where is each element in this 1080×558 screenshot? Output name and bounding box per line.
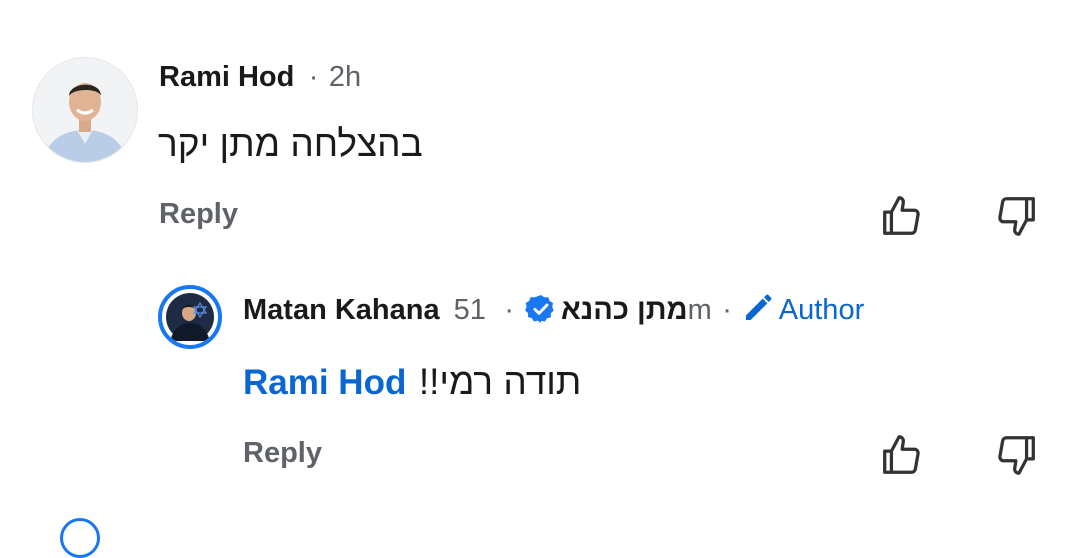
comment-timestamp: 2h — [328, 61, 362, 93]
thumbs-up-icon — [883, 435, 920, 474]
separator-dot: · — [308, 61, 319, 93]
comment-author-name[interactable]: Rami Hod — [159, 61, 294, 93]
comment-text: בהצלחה מתן יקר — [158, 123, 423, 164]
reply-message: תודה רמי!! — [418, 361, 582, 402]
reply-button[interactable]: Reply — [159, 196, 238, 232]
mention-link[interactable]: Rami Hod — [243, 363, 406, 402]
dislike-button[interactable] — [994, 193, 1040, 239]
reply-button[interactable]: Reply — [243, 435, 322, 471]
dislike-button[interactable] — [994, 432, 1040, 478]
reply-text: Rami Hod תודה רמי!! — [243, 360, 581, 412]
comment-header: Rami Hod · 2h — [159, 59, 361, 95]
thumbs-up-icon — [883, 196, 920, 235]
author-badge: Author — [778, 294, 865, 326]
separator-dot: · — [504, 294, 515, 326]
like-button[interactable] — [878, 432, 924, 478]
thumbs-down-icon — [998, 197, 1035, 236]
like-button[interactable] — [878, 193, 924, 239]
thumbs-down-icon — [998, 436, 1035, 475]
separator-dot: · — [722, 294, 732, 326]
reply-avatar[interactable] — [158, 285, 222, 349]
avatar[interactable] — [32, 57, 138, 163]
reply-header: Matan Kahana מתן כהנא · 51m · Author — [243, 292, 864, 328]
next-comment-avatar[interactable] — [60, 518, 100, 558]
verified-badge-icon — [524, 293, 557, 339]
pencil-icon — [742, 292, 774, 338]
